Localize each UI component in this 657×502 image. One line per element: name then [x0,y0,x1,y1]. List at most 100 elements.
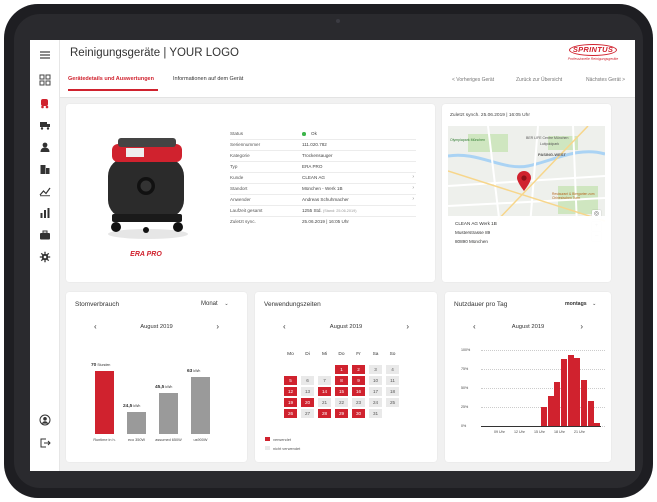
calendar-day[interactable]: 19 [284,398,297,407]
x-tick-label: 09 Uhr [494,430,505,434]
info-row-standort[interactable]: Standort München - Werk 1B › [230,184,416,195]
calendar-day[interactable]: 24 [369,398,382,407]
chevron-right-icon[interactable]: › [412,174,414,180]
calendar-day[interactable]: 9 [352,376,365,385]
legend-unused-label: nicht verwendet [273,446,301,451]
info-value: München - Werk 1B [302,186,343,191]
hist-bar [587,400,594,426]
analytics-icon[interactable] [38,184,52,198]
bar-value-label: 70 Stunden [91,363,110,368]
bar-unit: kWh [132,403,141,408]
map-last-sync: Zuletzt synch. 25.06.2019 | 16:05 Uhr [450,113,530,118]
info-label: Standort [230,186,248,191]
info-label: Status [230,131,244,136]
map-label-luitpold: Luitpoldpark [540,142,560,146]
calendar-day[interactable]: 22 [335,398,348,407]
logo-wordmark: SPRINTUS [572,45,614,54]
address-line-3: 80890 München [455,239,488,244]
app-screen: Reinigungsgeräte | YOUR LOGO SPRINTUS Pr… [30,40,635,471]
device-details-card: ERA PRO Status Ok Seriennummer 111.020.7… [66,104,435,282]
map-card: Zuletzt synch. 25.06.2019 | 16:05 Uhr Ol… [442,104,611,282]
location-map[interactable]: Olympiapark München BER LIFE Centre Münc… [448,126,605,251]
previous-device-link[interactable]: < Vorheriges Gerät [452,77,494,83]
tab-geraetedetails[interactable]: Gerätedetails und Auswertungen [68,76,154,82]
calendar-day[interactable]: 3 [369,365,382,374]
building-icon[interactable] [38,162,52,176]
dashboard-grid-icon[interactable] [38,73,52,87]
calendar-day[interactable]: 7 [318,376,331,385]
calendar-day[interactable]: 27 [301,409,314,418]
info-value: ERA PRO [302,164,323,169]
truck-icon[interactable] [38,118,52,132]
nutzdauer-card: Nutzdauer pro Tag montags ⌄ ‹ August 201… [445,292,611,462]
calendar-day[interactable]: 8 [335,376,348,385]
calendar-day[interactable]: 29 [335,409,348,418]
info-label: Typ [230,164,238,169]
calendar-day[interactable]: 26 [284,409,297,418]
info-value: Ok [311,131,317,136]
x-axis-line [481,426,601,427]
calendar-day[interactable]: 2 [352,365,365,374]
settings-icon[interactable] [38,250,52,264]
calendar-day[interactable]: 16 [352,387,365,396]
user-icon[interactable] [38,140,52,154]
calendar-day[interactable]: 25 [386,398,399,407]
tab-informationen[interactable]: Informationen auf dem Gerät [173,76,243,82]
calendar-day[interactable]: 1 [335,365,348,374]
status-ok-indicator [302,132,306,136]
calendar-day[interactable]: 5 [284,376,297,385]
info-row-status: Status Ok [230,129,416,140]
sidebar [30,40,60,471]
info-row-seriennummer: Seriennummer 111.020.782 [230,140,416,151]
calendar-day[interactable]: 20 [301,398,314,407]
bar-chart-icon[interactable] [38,206,52,220]
calendar-day[interactable]: 11 [386,376,399,385]
runtime-value: 1255 Std. [302,208,322,213]
vacuum-cleaner-image [108,138,188,239]
calendar-day[interactable]: 14 [318,387,331,396]
calendar-day[interactable]: 4 [386,365,399,374]
calendar-day[interactable]: 18 [386,387,399,396]
calendar-day[interactable]: 30 [352,409,365,418]
back-to-overview-link[interactable]: Zurück zur Übersicht [516,77,562,83]
calendar-day[interactable]: 31 [369,409,382,418]
y-tick-label: 25% [461,405,469,409]
briefcase-icon[interactable] [38,228,52,242]
address-line-1: CLEAN AG Werk 1B [455,221,497,226]
bar-value-label: 24,5 kWh [123,404,140,409]
info-row-kategorie: Kategorie Trockensauger [230,151,416,162]
weekday-label: Do [338,352,345,357]
info-label: Laufzeit gesamt [230,208,263,213]
bar-value-label: 63 kWh [187,369,200,374]
calendar-day[interactable]: 23 [352,398,365,407]
chevron-right-icon[interactable]: › [412,185,414,191]
calendar-day[interactable]: 15 [335,387,348,396]
logout-icon[interactable] [38,436,52,450]
hist-bar [547,395,554,426]
calendar-day[interactable]: 6 [301,376,314,385]
map-label-park: Olympiapark München [450,138,486,142]
info-row-kunde[interactable]: Kunde CLEAN AG › [230,173,416,184]
calendar-day[interactable]: 17 [369,387,382,396]
account-icon[interactable] [38,413,52,427]
bar-value: 24,5 [123,403,133,409]
location-marker-icon[interactable] [516,170,532,192]
calendar-day[interactable]: 10 [369,376,382,385]
calendar-day[interactable]: 28 [318,409,331,418]
menu-icon[interactable] [38,48,52,62]
calendar-day[interactable]: 13 [301,387,314,396]
chevron-right-icon[interactable]: › [412,196,414,202]
x-tick-label: 18 Uhr [554,430,565,434]
map-label-restaurant: Restaurant & Biergarten zum Chinesischen… [552,192,595,200]
calendar-day[interactable]: 12 [284,387,297,396]
header: Reinigungsgeräte | YOUR LOGO SPRINTUS Pr… [60,40,635,98]
vacuum-icon[interactable] [38,96,52,110]
next-device-link[interactable]: Nächstes Gerät > [586,77,625,83]
calendar-day[interactable]: 21 [318,398,331,407]
bar-category-label: assumed 650W [155,438,182,442]
info-value: 111.020.782 [302,142,327,147]
info-row-anwender[interactable]: Anwender Andreas Schuhmacher › [230,195,416,206]
grid-line [481,350,605,351]
y-tick-label: 0% [461,424,467,428]
info-value: 1255 Std. (Stand: 25.06.2019) [302,208,357,213]
